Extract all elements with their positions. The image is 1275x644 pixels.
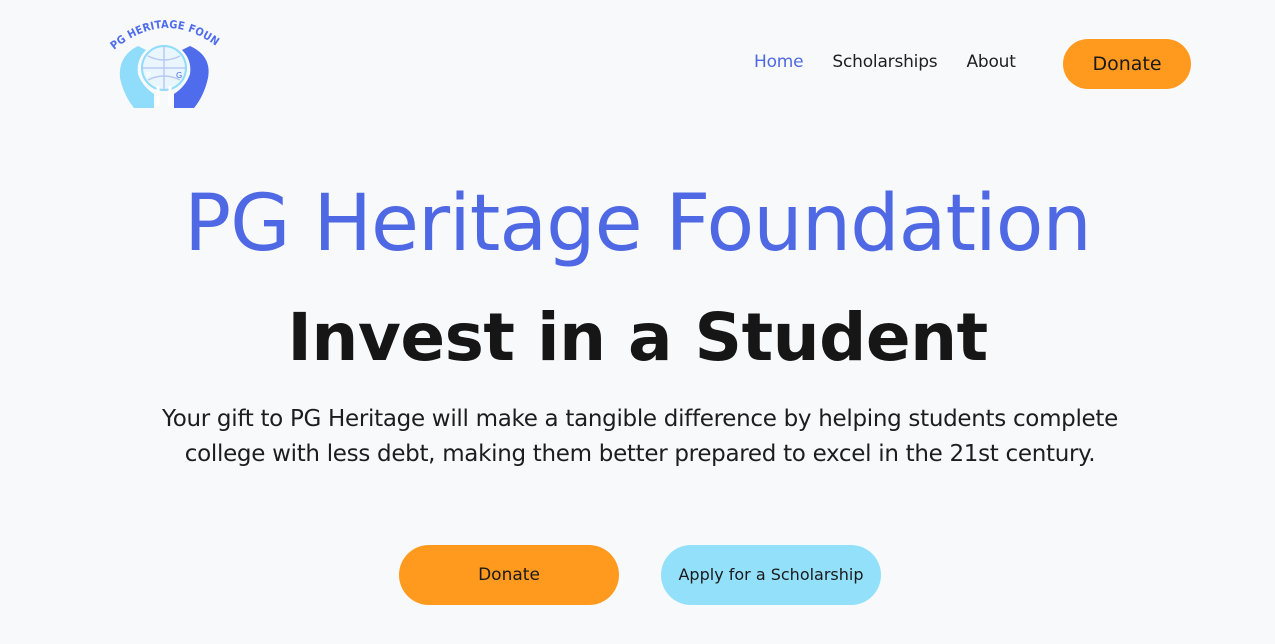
donate-button[interactable]: Donate — [399, 545, 619, 605]
logo-image: PG HERITAGE FOUNDATION P G — [108, 16, 220, 108]
site-header: PG HERITAGE FOUNDATION P G Home Scholars… — [0, 0, 1275, 128]
hero-description: Your gift to PG Heritage will make a tan… — [162, 406, 1118, 467]
nav-item-about[interactable]: About — [966, 50, 1015, 74]
nav-item-home[interactable]: Home — [754, 50, 804, 74]
svg-text:G: G — [176, 71, 182, 80]
nav-item-scholarships[interactable]: Scholarships — [832, 50, 937, 74]
logo[interactable]: PG HERITAGE FOUNDATION P G — [108, 16, 220, 112]
main-nav: Home Scholarships About — [740, 50, 1045, 74]
header-donate-button[interactable]: Donate — [1063, 39, 1191, 89]
apply-scholarship-button[interactable]: Apply for a Scholarship — [661, 545, 881, 605]
svg-text:P: P — [146, 71, 151, 80]
hero-title: PG Heritage Foundation — [184, 179, 1092, 269]
hero-subtitle: Invest in a Student — [287, 299, 988, 376]
